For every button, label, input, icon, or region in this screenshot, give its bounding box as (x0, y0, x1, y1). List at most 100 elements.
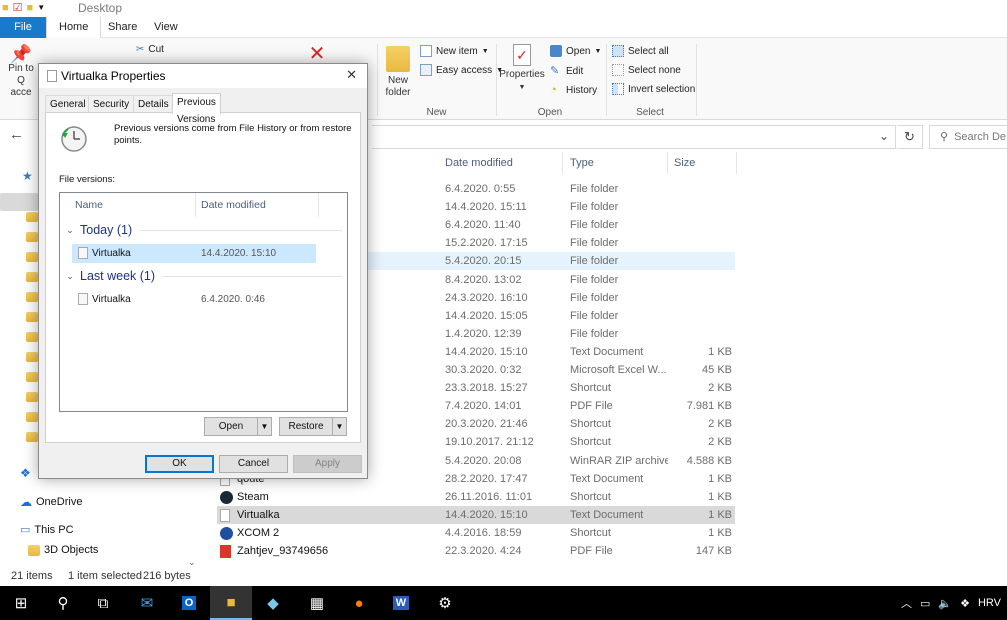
version-name: Virtualka (92, 294, 131, 305)
start-button[interactable]: ⊞ (0, 586, 42, 620)
search-placeholder: Search De (954, 131, 1007, 143)
restore-button[interactable]: Restore ▼ (279, 417, 347, 436)
volume-icon[interactable]: 🔈 (938, 597, 952, 610)
chevron-down-icon[interactable]: ⌄ (879, 129, 889, 143)
task-view-button[interactable]: ⧉ (82, 586, 124, 620)
close-icon[interactable]: ✕ (346, 67, 357, 83)
show-hidden-icons-icon[interactable]: ︿ (901, 595, 912, 611)
column-separator[interactable] (318, 193, 319, 217)
nav-this-pc[interactable]: ▭ This PC (20, 523, 74, 537)
file-date-modified: 4.4.2016. 18:59 (445, 526, 522, 539)
versions-column-name[interactable]: Name (75, 193, 103, 217)
chevron-down-icon[interactable]: ▼ (332, 418, 346, 435)
file-row[interactable]: Steam 26.11.2016. 11:01 Shortcut 1 KB (217, 488, 735, 506)
file-type: PDF File (570, 400, 613, 413)
column-separator[interactable] (736, 152, 737, 174)
cancel-button[interactable]: Cancel (219, 455, 288, 473)
file-date-modified: 7.4.2020. 14:01 (445, 400, 522, 413)
file-row[interactable]: Zahtjev_93749656 22.3.2020. 4:24 PDF File 1… (217, 542, 735, 560)
file-size: 2 KB (708, 382, 732, 395)
file-type: Shortcut (570, 526, 611, 539)
chevron-down-icon[interactable]: ▼ (257, 418, 271, 435)
tab-security[interactable]: Security (88, 95, 135, 113)
virtualbox-icon: ◆ (267, 595, 279, 612)
version-row[interactable]: Virtualka 14.4.2020. 15:10 (72, 244, 316, 263)
word-app-button[interactable]: W (380, 586, 422, 620)
scroll-down-icon[interactable]: ⌄ (188, 557, 196, 568)
restore-label: Restore (288, 421, 324, 432)
ok-button[interactable]: OK (145, 455, 214, 473)
tab-home[interactable]: Home (46, 17, 102, 39)
file-history-clock-icon (61, 126, 87, 152)
tab-view[interactable]: View (142, 17, 190, 38)
tab-file[interactable]: File (0, 17, 46, 38)
version-group-today[interactable]: ⌄ Today (1) (64, 223, 342, 237)
column-type[interactable]: Type (570, 152, 594, 174)
nav-3d-objects[interactable]: 3D Objects (28, 544, 98, 556)
group-divider (140, 229, 342, 231)
versions-column-date[interactable]: Date modified (201, 193, 266, 217)
firefox-app-button[interactable]: ● (338, 586, 380, 620)
nav-selected-folder[interactable] (0, 193, 38, 211)
file-row[interactable]: Virtualka 14.4.2020. 15:10 Text Document 1 … (217, 505, 735, 524)
quick-access-item[interactable]: ★ (22, 169, 33, 183)
settings-app-button[interactable]: ⚙ (424, 586, 466, 620)
apply-button[interactable]: Apply (293, 455, 362, 473)
pin-to-quick-access-button[interactable]: 📌 Pin to Q acce (4, 45, 38, 99)
open-version-button[interactable]: Open ▼ (204, 417, 272, 436)
file-date-modified: 30.3.2020. 0:32 (445, 364, 522, 376)
tab-general[interactable]: General (45, 95, 91, 113)
file-versions-label: File versions: (59, 174, 115, 185)
file-type: File folder (570, 291, 619, 304)
calculator-icon: ▦ (309, 595, 325, 612)
calculator-app-button[interactable]: ▦ (296, 586, 338, 620)
network-icon[interactable]: ▭ (920, 597, 930, 610)
language-indicator[interactable]: HRV (978, 597, 1001, 609)
open-version-label: Open (218, 421, 244, 432)
back-arrow-icon[interactable]: ← (9, 126, 24, 143)
customize-dropdown-icon[interactable]: ▼ (37, 1, 45, 15)
refresh-button[interactable]: ↻ (897, 125, 923, 149)
dropbox-item[interactable]: ❖ (20, 466, 31, 480)
column-date-modified[interactable]: Date modified (445, 152, 513, 174)
column-separator[interactable] (562, 152, 563, 174)
version-group-last-week[interactable]: ⌄ Last week (1) (64, 269, 342, 283)
dialog-title-bar[interactable]: Virtualka Properties ✕ (39, 64, 367, 88)
column-separator[interactable] (667, 152, 668, 174)
nav-onedrive[interactable]: ☁ OneDrive (20, 495, 82, 509)
refresh-icon: ↻ (904, 129, 915, 144)
file-type: Text Document (570, 508, 644, 521)
version-row[interactable]: Virtualka 6.4.2020. 0:46 (72, 290, 316, 309)
file-size: 4.588 KB (686, 454, 732, 467)
properties-dialog: Virtualka Properties ✕ General Security … (38, 63, 368, 479)
cut-button[interactable]: ✂ Cut (136, 44, 164, 55)
outlook-app-button[interactable]: O (168, 586, 210, 620)
chevron-down-icon[interactable]: ⌄ (64, 271, 76, 282)
document-icon (47, 70, 57, 82)
new-folder-quick-icon[interactable]: ■ (27, 1, 34, 15)
chevron-down-icon[interactable]: ⌄ (64, 225, 76, 236)
delete-button[interactable]: ✕ (304, 44, 330, 64)
file-explorer-app-button[interactable]: ■ (210, 586, 252, 620)
tab-previous-versions[interactable]: Previous Versions (172, 93, 221, 125)
versions-list[interactable]: Name Date modified ⌄ Today (1) Virtualka… (59, 192, 348, 412)
file-size: 1 KB (708, 345, 732, 358)
file-type: Shortcut (570, 436, 611, 449)
file-date-modified: 1.4.2020. 12:39 (445, 327, 522, 340)
column-size[interactable]: Size (674, 152, 695, 174)
version-name: Virtualka (92, 248, 131, 259)
properties-quick-icon[interactable]: ☑ (13, 1, 23, 15)
mail-app-button[interactable]: ✉ (126, 586, 168, 620)
virtualbox-app-button[interactable]: ◆ (252, 586, 294, 620)
tab-details[interactable]: Details (133, 95, 174, 113)
file-type: PDF File (570, 545, 613, 557)
file-date-modified: 19.10.2017. 21:12 (445, 436, 534, 449)
address-bar[interactable]: ⌄ (372, 125, 896, 149)
column-separator[interactable] (195, 193, 196, 217)
search-button[interactable]: ⚲ (42, 586, 84, 620)
dropbox-tray-icon[interactable]: ❖ (960, 597, 970, 610)
file-date-modified: 14.4.2020. 15:05 (445, 309, 528, 322)
file-row[interactable]: XCOM 2 4.4.2016. 18:59 Shortcut 1 KB (217, 524, 735, 542)
file-type: Microsoft Excel W... (570, 364, 667, 376)
search-box[interactable]: ⚲ Search De (929, 125, 1007, 149)
